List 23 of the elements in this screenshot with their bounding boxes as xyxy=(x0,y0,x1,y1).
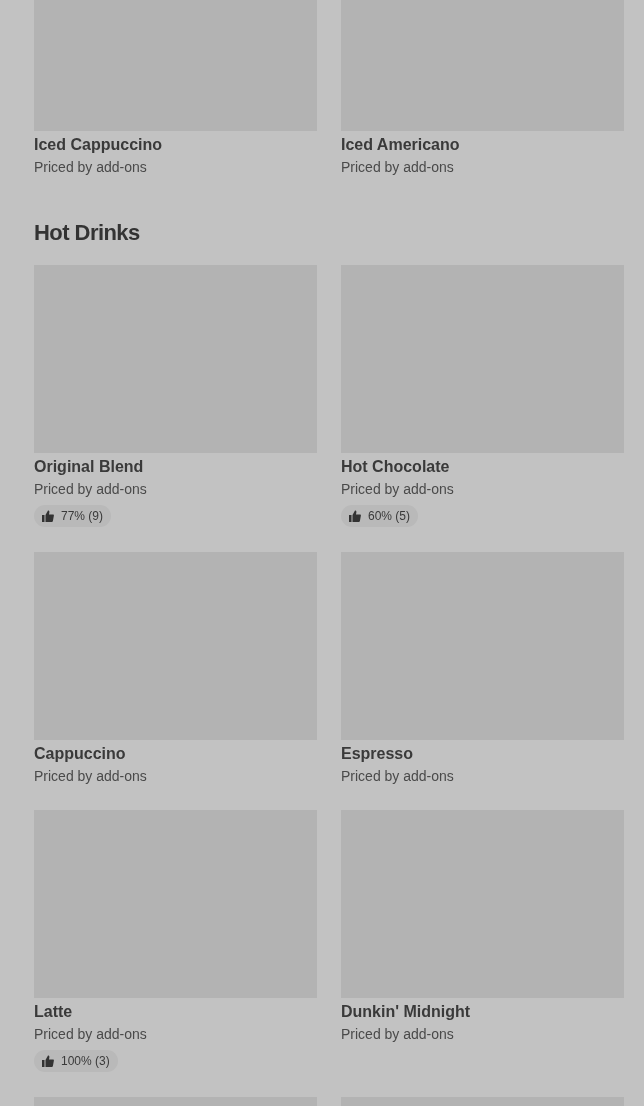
price-note: Priced by add-ons xyxy=(341,480,454,498)
price-note: Priced by add-ons xyxy=(341,767,454,785)
section-heading: Hot Drinks xyxy=(34,219,141,247)
price-note: Priced by add-ons xyxy=(34,158,147,176)
item-title[interactable]: Dunkin' Midnight xyxy=(341,1002,471,1022)
rating-text: 60% (5) xyxy=(368,508,411,524)
price-note: Priced by add-ons xyxy=(34,767,147,785)
item-title[interactable]: Iced Cappuccino xyxy=(34,135,163,155)
price-note: Priced by add-ons xyxy=(341,158,454,176)
item-title[interactable]: Espresso xyxy=(341,744,414,764)
item-title[interactable]: Original Blend xyxy=(34,457,144,477)
rating-text: 100% (3) xyxy=(61,1053,110,1069)
price-note: Priced by add-ons xyxy=(34,480,147,498)
item-title[interactable]: Hot Chocolate xyxy=(341,457,450,477)
thumbs-up-icon xyxy=(349,510,361,522)
item-title[interactable]: Cappuccino xyxy=(34,744,126,764)
price-note: Priced by add-ons xyxy=(34,1025,147,1043)
thumbs-up-icon xyxy=(42,510,54,522)
item-title[interactable]: Iced Americano xyxy=(341,135,460,155)
item-title[interactable]: Latte xyxy=(34,1002,73,1022)
thumbs-up-icon xyxy=(42,1055,54,1067)
rating-text: 77% (9) xyxy=(61,508,104,524)
price-note: Priced by add-ons xyxy=(341,1025,454,1043)
